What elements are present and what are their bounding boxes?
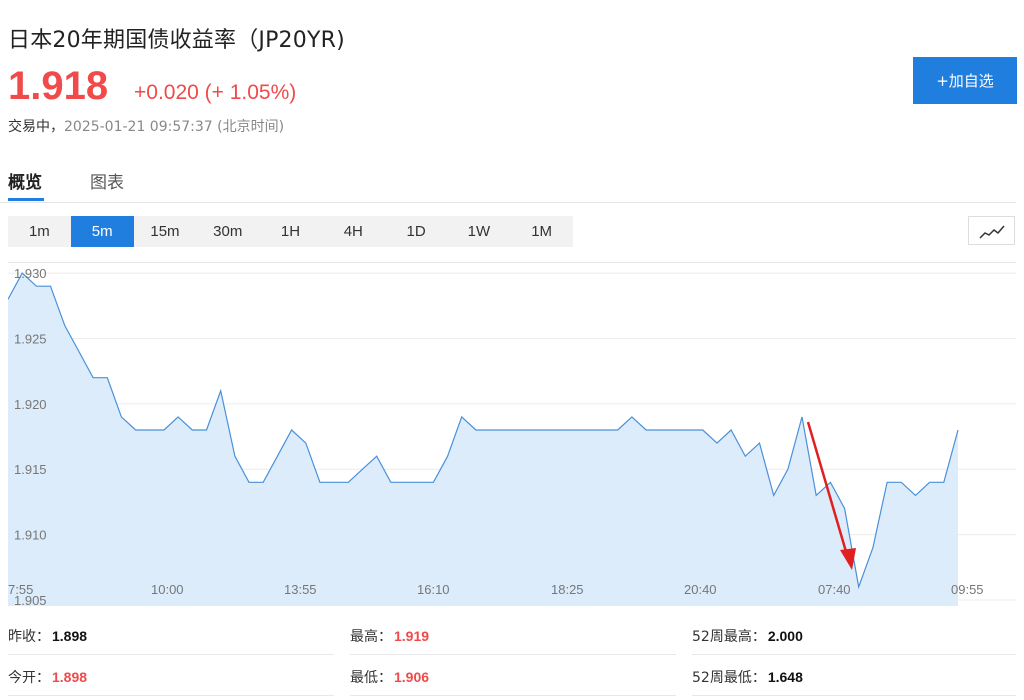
add-watchlist-button[interactable]: +加自选 bbox=[913, 57, 1017, 104]
interval-5m[interactable]: 5m bbox=[70, 216, 134, 247]
stat-52w-high: 52周最高： 2.000 bbox=[692, 626, 803, 646]
stat-52w-low-value: 1.648 bbox=[767, 669, 803, 685]
row-divider bbox=[692, 695, 1016, 696]
interval-15m[interactable]: 15m bbox=[134, 216, 197, 247]
interval-4h[interactable]: 4H bbox=[322, 216, 385, 247]
x-tick-label: 18:25 bbox=[551, 582, 584, 597]
interval-1m[interactable]: 1m bbox=[8, 216, 71, 247]
y-tick-label: 1.910 bbox=[14, 528, 47, 543]
x-tick-label: 07:40 bbox=[818, 582, 851, 597]
tab-bar: 概览 图表 bbox=[0, 160, 1016, 203]
y-tick-label: 1.930 bbox=[14, 266, 47, 281]
x-tick-label: 13:55 bbox=[284, 582, 317, 597]
row-divider bbox=[350, 654, 676, 655]
trading-status-label: 交易中， bbox=[8, 119, 64, 135]
stat-52w-low-label: 52周最低： bbox=[692, 670, 766, 686]
stat-low-value: 1.906 bbox=[394, 669, 430, 685]
interval-1h[interactable]: 1H bbox=[259, 216, 322, 247]
y-tick-label: 1.920 bbox=[14, 397, 47, 412]
stat-52w-high-value: 2.000 bbox=[767, 628, 803, 644]
x-tick-label: 20:40 bbox=[684, 582, 717, 597]
tab-overview[interactable]: 概览 bbox=[8, 168, 42, 193]
interval-30m[interactable]: 30m bbox=[196, 216, 259, 247]
stat-prev-close-label: 昨收： bbox=[8, 629, 50, 645]
chart-type-button[interactable] bbox=[968, 216, 1015, 245]
interval-selector: 1m 5m 15m 30m 1H 4H 1D 1W 1M bbox=[8, 216, 573, 247]
row-divider bbox=[350, 695, 676, 696]
interval-1w[interactable]: 1W bbox=[447, 216, 510, 247]
stat-low: 最低： 1.906 bbox=[350, 667, 429, 687]
trading-status: 交易中，2025-01-21 09:57:37 (北京时间) bbox=[8, 116, 284, 136]
x-tick-label: 16:10 bbox=[417, 582, 450, 597]
stat-high: 最高： 1.919 bbox=[350, 626, 429, 646]
stat-prev-close: 昨收： 1.898 bbox=[8, 626, 87, 646]
active-tab-indicator bbox=[8, 198, 44, 201]
y-tick-label: 1.915 bbox=[14, 462, 47, 477]
timestamp: 2025-01-21 09:57:37 (北京时间) bbox=[64, 119, 285, 135]
stat-low-label: 最低： bbox=[350, 670, 392, 686]
stat-open: 今开： 1.898 bbox=[8, 667, 87, 687]
current-price: 1.918 bbox=[8, 64, 109, 108]
x-tick-label: 7:55 bbox=[8, 582, 33, 597]
line-chart-icon bbox=[979, 225, 1005, 239]
stat-high-value: 1.919 bbox=[394, 628, 430, 644]
stat-52w-low: 52周最低： 1.648 bbox=[692, 667, 803, 687]
interval-1mo[interactable]: 1M bbox=[510, 216, 573, 247]
stat-52w-high-label: 52周最高： bbox=[692, 629, 766, 645]
stat-open-value: 1.898 bbox=[52, 669, 88, 685]
stat-prev-close-value: 1.898 bbox=[52, 628, 88, 644]
price-change: +0.020 (+ 1.05%) bbox=[134, 81, 297, 104]
row-divider bbox=[8, 695, 334, 696]
yield-chart[interactable]: 1.9301.9251.9201.9151.9101.9057:55 10:00 1… bbox=[8, 262, 1016, 607]
stat-open-label: 今开： bbox=[8, 670, 50, 686]
x-tick-label: 10:00 bbox=[151, 582, 184, 597]
x-tick-label: 09:55 bbox=[951, 582, 984, 597]
tab-chart[interactable]: 图表 bbox=[90, 168, 124, 193]
y-tick-label: 1.925 bbox=[14, 331, 47, 346]
interval-1d[interactable]: 1D bbox=[385, 216, 448, 247]
stat-high-label: 最高： bbox=[350, 629, 392, 645]
row-divider bbox=[692, 654, 1016, 655]
row-divider bbox=[8, 654, 334, 655]
page-title: 日本20年期国债收益率（JP20YR) bbox=[8, 28, 345, 53]
